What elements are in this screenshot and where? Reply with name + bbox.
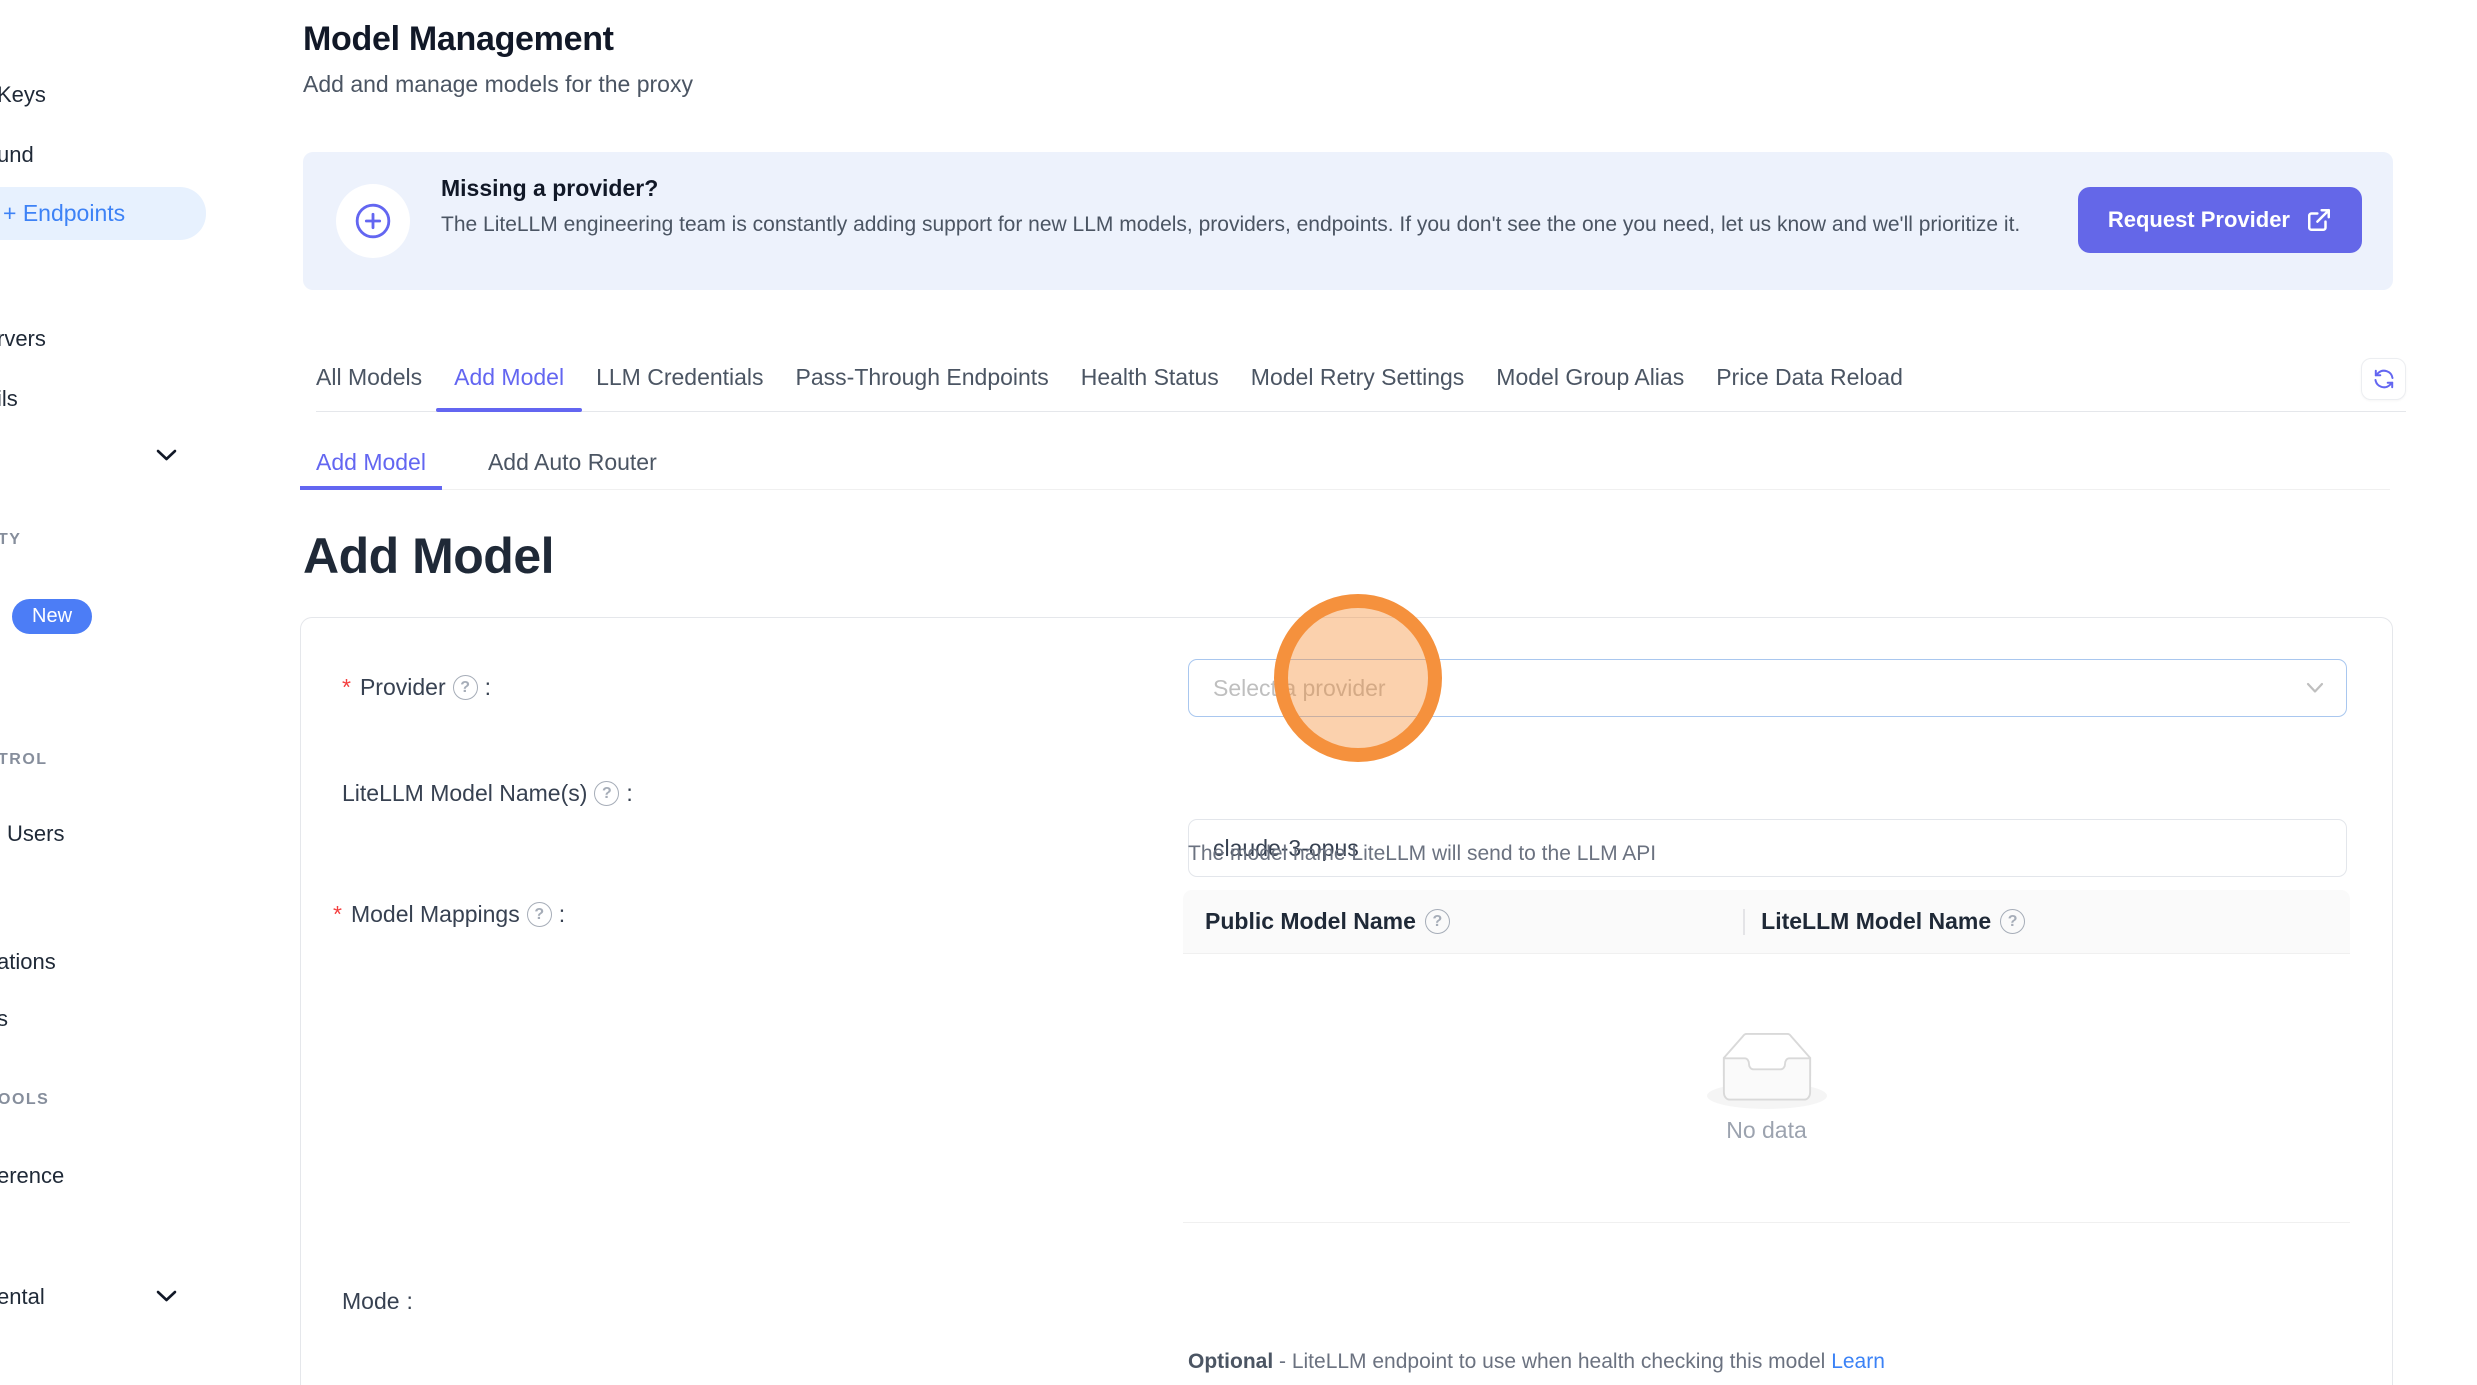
litellm-admin-page: Keys und + Endpoints rvers ils TY New TR… [0,0,2477,1385]
page-title: Model Management [303,20,693,59]
sidebar-item-s[interactable]: s [0,1006,8,1032]
page-subtitle: Add and manage models for the proxy [303,71,693,98]
tab-model-group-alias[interactable]: Model Group Alias [1496,364,1684,411]
model-name-label-text: LiteLLM Model Name(s) [342,780,587,807]
tab-bar: All Models Add Model LLM Credentials Pas… [316,356,2406,412]
sidebar-item-erence[interactable]: erence [0,1163,64,1189]
model-mappings-label: * Model Mappings?: [333,901,565,928]
banner-body: The LiteLLM engineering team is constant… [441,210,2041,239]
model-mappings-label-text: Model Mappings [351,901,520,928]
model-name-helper: The model name LiteLLM will send to the … [1188,842,1656,866]
colon: : [407,1288,413,1315]
sidebar: Keys und + Endpoints rvers ils TY New TR… [0,0,212,1385]
sidebar-item-label: + Endpoints [3,200,125,227]
learn-link[interactable]: Learn [1831,1350,1885,1373]
provider-select-placeholder: Select a provider [1213,675,1386,702]
tab-pass-through-endpoints[interactable]: Pass-Through Endpoints [796,364,1049,411]
plus-circle-icon [336,184,410,258]
sidebar-item-keys[interactable]: Keys [0,82,46,108]
provider-label: * Provider?: [342,674,491,701]
request-provider-label: Request Provider [2108,207,2290,233]
col-litellm-model-name: LiteLLM Model Name ? [1743,908,2350,935]
tab-llm-credentials[interactable]: LLM Credentials [596,364,763,411]
missing-provider-banner: Missing a provider? The LiteLLM engineer… [303,152,2393,290]
sidebar-item-playground[interactable]: und [0,142,34,168]
sidebar-section-label: OOLS [0,1091,49,1109]
external-link-icon [2306,207,2332,233]
new-badge: New [12,599,92,634]
tab-all-models[interactable]: All Models [316,364,422,411]
tab-health-status[interactable]: Health Status [1081,364,1219,411]
sidebar-section-label: TY [0,531,21,549]
subtab-add-model[interactable]: Add Model [300,436,442,489]
sidebar-item-users[interactable]: Users [7,821,64,847]
banner-title: Missing a provider? [441,175,2041,202]
provider-label-text: Provider [360,674,446,701]
chevron-down-icon [155,448,178,462]
subtab-bar: Add Model Add Auto Router [300,436,2390,490]
help-icon[interactable]: ? [527,902,552,927]
no-data-text: No data [1726,1117,1807,1144]
colon: : [626,780,632,807]
help-icon[interactable]: ? [453,675,478,700]
sidebar-experimental-chevron[interactable] [155,1289,178,1308]
mappings-empty-state: No data [1183,954,2350,1222]
chevron-down-icon [155,1289,178,1303]
help-icon[interactable]: ? [2000,909,2025,934]
chevron-down-icon [2306,682,2324,694]
sidebar-item-experimental[interactable]: ental [0,1284,45,1310]
col-public-label: Public Model Name [1205,908,1416,935]
page-header: Model Management Add and manage models f… [303,20,693,98]
col-public-model-name: Public Model Name ? [1183,908,1743,935]
empty-inbox-icon [1707,1032,1827,1109]
mode-helper: Optional - LiteLLM endpoint to use when … [1188,1350,1885,1374]
subtab-add-auto-router[interactable]: Add Auto Router [472,436,673,489]
tab-add-model[interactable]: Add Model [454,364,564,411]
mode-label-text: Mode [342,1288,400,1315]
sidebar-item-servers[interactable]: rvers [0,326,46,352]
refresh-icon [2372,367,2396,391]
mode-label: Mode: [342,1288,413,1315]
model-mappings-table: Public Model Name ? LiteLLM Model Name ?… [1183,890,2350,1223]
sidebar-section-label: TROL [0,751,48,769]
refresh-button[interactable] [2361,358,2406,400]
provider-select[interactable]: Select a provider [1188,659,2347,717]
sidebar-collapsed-row[interactable] [155,448,178,467]
required-mark: * [342,674,351,701]
new-badge-label: New [12,599,92,634]
col-litellm-label: LiteLLM Model Name [1761,908,1991,935]
help-icon[interactable]: ? [1425,909,1450,934]
sidebar-item-organizations[interactable]: ations [0,949,56,975]
mode-helper-bold: Optional [1188,1350,1273,1373]
colon: : [559,901,565,928]
help-icon[interactable]: ? [594,781,619,806]
mode-helper-rest: - LiteLLM endpoint to use when health ch… [1273,1350,1831,1373]
required-mark: * [333,901,342,928]
colon: : [485,674,491,701]
request-provider-button[interactable]: Request Provider [2078,187,2362,253]
model-name-label: LiteLLM Model Name(s)?: [342,780,633,807]
tab-price-data-reload[interactable]: Price Data Reload [1716,364,1903,411]
sidebar-item-guardrails[interactable]: ils [0,386,18,412]
tab-model-retry-settings[interactable]: Model Retry Settings [1251,364,1464,411]
section-heading: Add Model [303,527,554,585]
mappings-table-header: Public Model Name ? LiteLLM Model Name ? [1183,890,2350,954]
sidebar-item-endpoints-active[interactable]: + Endpoints [0,187,206,240]
